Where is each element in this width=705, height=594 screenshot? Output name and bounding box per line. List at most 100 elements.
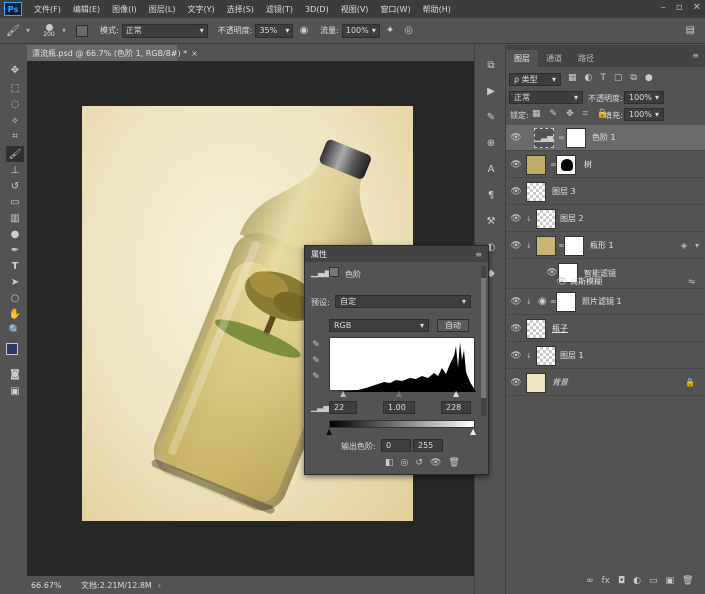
flow-input[interactable]: 100% ▾ bbox=[341, 23, 380, 38]
eye-icon[interactable]: 👁 bbox=[510, 297, 522, 307]
reset-icon[interactable]: ↺ bbox=[415, 458, 423, 468]
tool-presets-icon[interactable]: ⚒ bbox=[483, 213, 499, 229]
mask-icon[interactable] bbox=[329, 267, 339, 277]
black-output-slider-icon[interactable]: ▲ bbox=[326, 427, 332, 436]
brush-preset-picker[interactable]: 200 bbox=[36, 23, 62, 38]
scrollbar-thumb[interactable] bbox=[481, 278, 486, 398]
input-black-field[interactable]: 22 bbox=[329, 401, 357, 414]
layer-row[interactable]: 👁 高斯模糊 ⇋ bbox=[506, 275, 705, 289]
menu-edit[interactable]: 编辑(E) bbox=[67, 4, 106, 15]
filter-adjustment-icon[interactable]: ◐ bbox=[585, 73, 593, 83]
clipping-warning-icon[interactable]: ▁▃▅ bbox=[311, 403, 329, 412]
brush-tool-icon[interactable]: 🖌 bbox=[6, 24, 26, 37]
eye-icon[interactable]: 👁 bbox=[556, 277, 568, 287]
filter-toggle-icon[interactable]: ● bbox=[645, 73, 653, 83]
lock-transparency-icon[interactable]: ▦ bbox=[532, 109, 541, 119]
brush-tool-icon[interactable]: 🖌 bbox=[6, 146, 24, 162]
eye-icon[interactable]: 👁 bbox=[510, 241, 522, 251]
quick-mask-icon[interactable]: ◙ bbox=[6, 366, 24, 382]
output-black-field[interactable]: 0 bbox=[381, 439, 411, 452]
crop-tool-icon[interactable]: ⌗ bbox=[6, 128, 24, 144]
gray-point-eyedropper-icon[interactable]: ✎ bbox=[309, 354, 323, 367]
white-output-slider-icon[interactable]: ▲ bbox=[470, 427, 476, 436]
opacity-input[interactable]: 35% ▾ bbox=[255, 23, 294, 38]
filter-shape-icon[interactable]: ▢ bbox=[614, 73, 623, 83]
eye-icon[interactable]: 👁 bbox=[510, 187, 522, 197]
move-tool-icon[interactable]: ✥ bbox=[6, 62, 24, 78]
layer-row[interactable]: 👁 瓶子 bbox=[506, 316, 705, 342]
history-panel-icon[interactable]: ⧉ bbox=[483, 57, 499, 73]
midtone-input-slider-icon[interactable]: ▲ bbox=[396, 389, 402, 398]
layer-row[interactable]: 👁 图层 3 bbox=[506, 179, 705, 205]
delete-adjustment-icon[interactable]: 🗑 bbox=[448, 458, 459, 468]
lock-pixels-icon[interactable]: ✎ bbox=[550, 109, 558, 119]
layer-mask-thumb[interactable] bbox=[556, 291, 576, 312]
menu-filter[interactable]: 滤镜(T) bbox=[260, 4, 299, 15]
pen-tool-icon[interactable]: ✒ bbox=[6, 242, 24, 258]
menu-help[interactable]: 帮助(H) bbox=[417, 4, 457, 15]
eye-icon[interactable]: 👁 bbox=[510, 324, 522, 334]
preset-dropdown[interactable]: 自定 ▾ bbox=[335, 295, 471, 308]
menu-view[interactable]: 视图(V) bbox=[335, 4, 375, 15]
eye-icon[interactable]: 👁 bbox=[510, 160, 522, 170]
menu-type[interactable]: 文字(Y) bbox=[181, 4, 220, 15]
black-input-slider-icon[interactable]: ▲ bbox=[340, 389, 346, 398]
layer-style-icon[interactable]: fx bbox=[602, 576, 611, 586]
layer-row[interactable]: 👁 ↓ 图层 1 bbox=[506, 343, 705, 369]
layer-opacity-input[interactable]: 100% ▾ bbox=[624, 91, 664, 104]
pressure-opacity-icon[interactable]: ◉ bbox=[299, 25, 308, 36]
filter-type-icon[interactable]: T bbox=[600, 73, 606, 83]
layer-row[interactable]: 👁 ↓ 图层 2 bbox=[506, 206, 705, 232]
chevron-down-icon[interactable]: ▾ bbox=[26, 26, 30, 35]
lock-position-icon[interactable]: ✥ bbox=[566, 109, 574, 119]
brush-panel-icon[interactable]: ✎ bbox=[483, 109, 499, 125]
menu-file[interactable]: 文件(F) bbox=[28, 4, 67, 15]
fill-input[interactable]: 100% ▾ bbox=[624, 108, 664, 121]
eye-icon[interactable]: 👁 bbox=[510, 214, 522, 224]
channel-dropdown[interactable]: RGB ▾ bbox=[329, 319, 429, 332]
tab-paths[interactable]: 路径 bbox=[570, 50, 602, 67]
stamp-tool-icon[interactable]: ⊥ bbox=[6, 162, 24, 178]
properties-header[interactable]: 属性 ≡ bbox=[305, 246, 488, 262]
eye-icon[interactable]: 👁 bbox=[510, 133, 522, 143]
pressure-size-icon[interactable]: ◎ bbox=[404, 25, 413, 36]
menu-select[interactable]: 选择(S) bbox=[221, 4, 260, 15]
marquee-tool-icon[interactable]: ⬚ bbox=[6, 80, 24, 96]
menu-image[interactable]: 图像(I) bbox=[106, 4, 143, 15]
foreground-color-swatch[interactable] bbox=[6, 343, 18, 355]
shape-tool-icon[interactable]: ○ bbox=[6, 290, 24, 306]
new-group-icon[interactable]: ▭ bbox=[649, 576, 658, 586]
filter-pixel-icon[interactable]: ▦ bbox=[568, 73, 577, 83]
dodge-tool-icon[interactable]: ● bbox=[6, 226, 24, 242]
brush-panel-toggle-icon[interactable] bbox=[76, 24, 89, 37]
tab-layers[interactable]: 图层 bbox=[506, 50, 538, 67]
paragraph-panel-icon[interactable]: ¶ bbox=[483, 187, 499, 203]
layer-mask-thumb[interactable] bbox=[566, 127, 586, 148]
chevron-down-icon[interactable]: ▾ bbox=[695, 241, 699, 250]
document-tab[interactable]: 漂流瓶.psd @ 66.7% (色阶 1, RGB/8#) * × bbox=[27, 45, 198, 61]
zoom-level[interactable]: 66.67% bbox=[31, 581, 81, 590]
new-layer-icon[interactable]: ▣ bbox=[666, 576, 675, 586]
airbrush-icon[interactable]: ✦ bbox=[386, 25, 394, 36]
eye-icon[interactable]: 👁 bbox=[510, 378, 522, 388]
layer-row[interactable]: 👁 ∞ 树 bbox=[506, 152, 705, 178]
auto-button[interactable]: 自动 bbox=[437, 319, 469, 332]
menu-3d[interactable]: 3D(D) bbox=[299, 5, 335, 14]
layer-row[interactable]: 👁 ↓ ∞ 瓶形 1 ◈ ▾ bbox=[506, 233, 705, 259]
layer-row[interactable]: 👁 ↓ ◉ ∞ 照片滤镜 1 bbox=[506, 289, 705, 315]
link-layers-icon[interactable]: ∞ bbox=[586, 576, 594, 586]
eye-icon[interactable]: 👁 bbox=[510, 351, 522, 361]
close-tab-icon[interactable]: × bbox=[191, 49, 198, 58]
zoom-tool-icon[interactable]: 🔍 bbox=[6, 322, 24, 338]
workspace-icon[interactable]: ▤ bbox=[686, 25, 695, 36]
blend-mode-dropdown[interactable]: 正常 ▾ bbox=[509, 91, 583, 104]
screen-mode-icon[interactable]: ▣ bbox=[6, 383, 24, 399]
new-adjustment-icon[interactable]: ◐ bbox=[633, 576, 641, 586]
scrollbar[interactable] bbox=[481, 266, 486, 416]
history-brush-tool-icon[interactable]: ↺ bbox=[6, 178, 24, 194]
clip-to-layer-icon[interactable]: ◧ bbox=[385, 458, 394, 468]
output-white-field[interactable]: 255 bbox=[413, 439, 443, 452]
layer-row[interactable]: 👁 ▁▃▅ ∞ 色阶 1 bbox=[506, 125, 705, 151]
input-mid-field[interactable]: 1.00 bbox=[383, 401, 415, 414]
mode-dropdown[interactable]: 正常 ▾ bbox=[121, 23, 208, 38]
